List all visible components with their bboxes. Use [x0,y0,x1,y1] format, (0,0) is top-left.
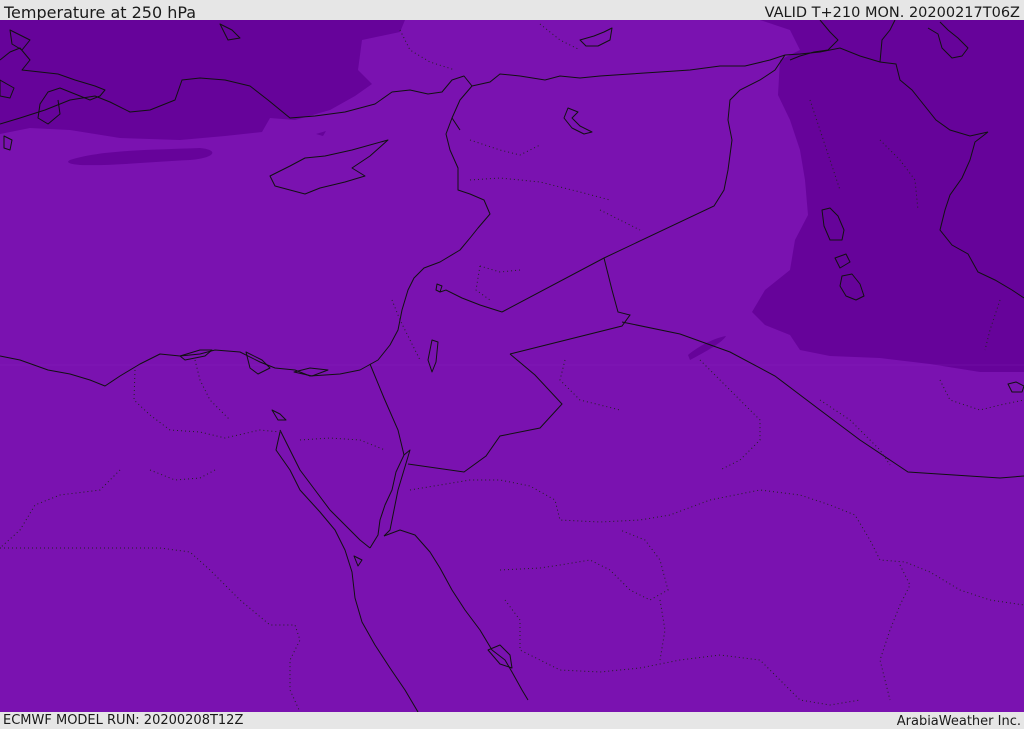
map-figure: Temperature at 250 hPa VALID T+210 MON. … [0,0,1024,729]
temperature-map [0,20,1024,712]
footer-bar: ECMWF MODEL RUN: 20200208T12Z ArabiaWeat… [0,712,1024,729]
model-run-label: ECMWF MODEL RUN: 20200208T12Z [3,713,244,728]
valid-time: VALID T+210 MON. 20200217T06Z [764,5,1020,21]
credit-label: ArabiaWeather Inc. [896,714,1021,729]
header-bar: Temperature at 250 hPa VALID T+210 MON. … [0,0,1024,22]
